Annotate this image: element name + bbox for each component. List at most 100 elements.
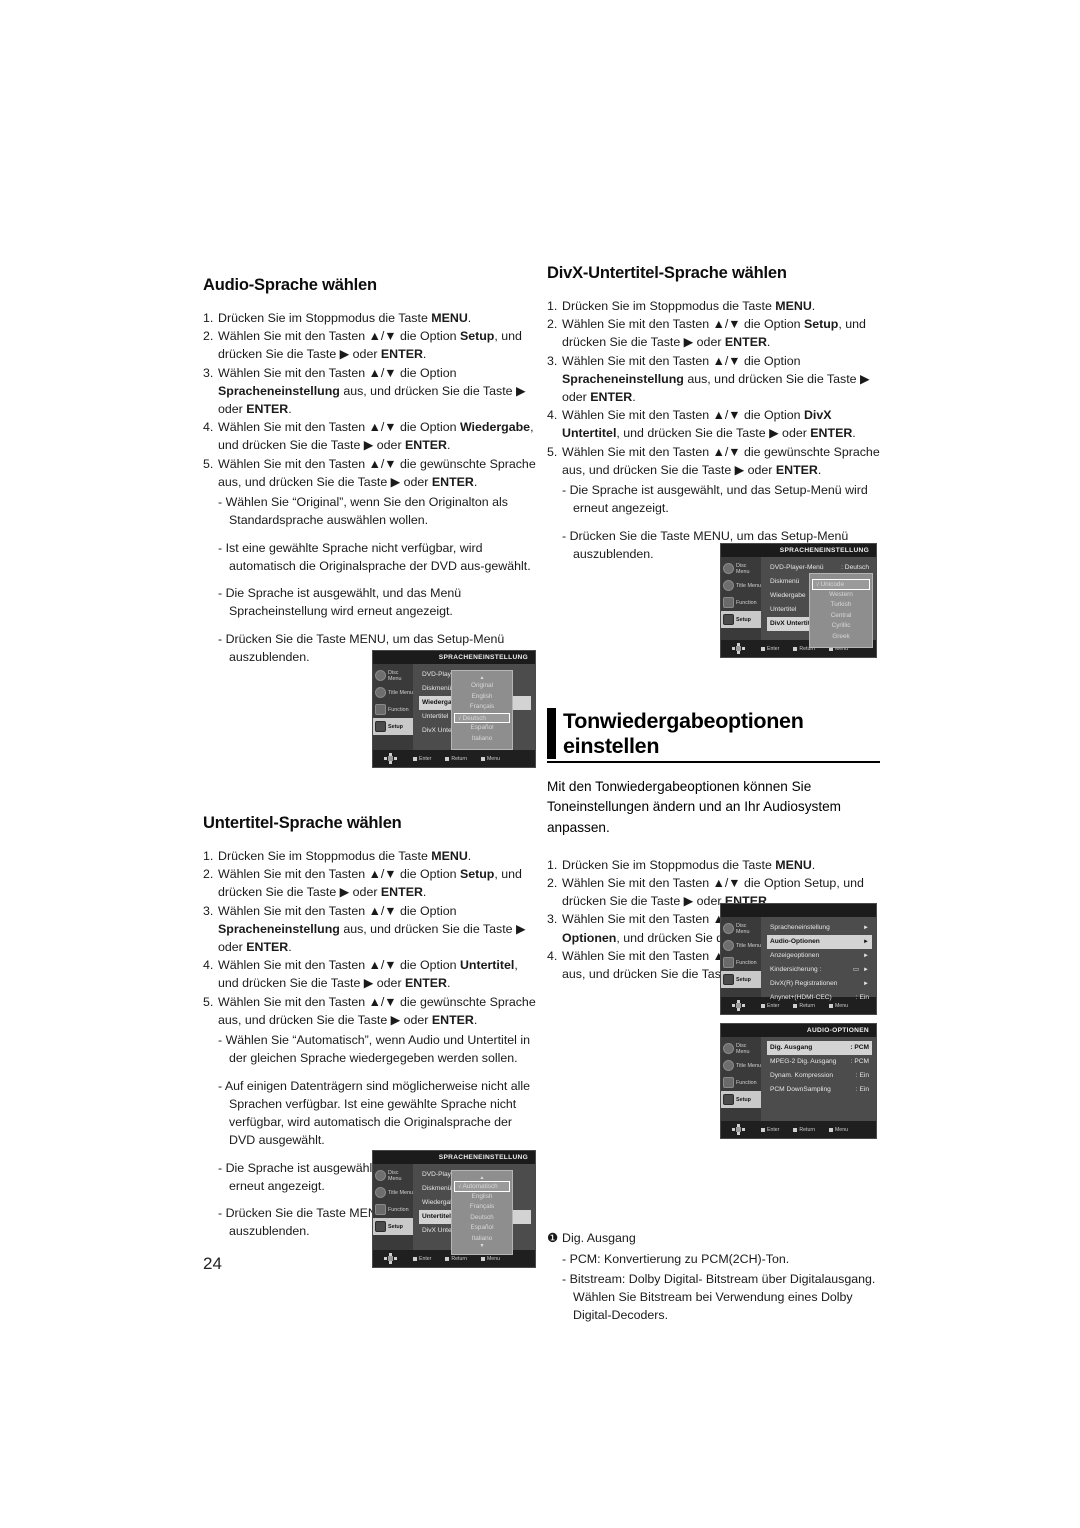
- osd-rail-item-setup[interactable]: Setup: [721, 971, 761, 988]
- osd-dropdown-option[interactable]: Español: [454, 1223, 510, 1234]
- osd-footer-return[interactable]: Return: [445, 1256, 467, 1262]
- osd-menu-row[interactable]: MPEG-2 Dig. Ausgang: PCM: [767, 1055, 872, 1069]
- osd-menu-row[interactable]: Dig. Ausgang: PCM: [767, 1041, 872, 1055]
- osd-dropdown-option[interactable]: Original: [454, 681, 510, 692]
- osd-body: Disc Menu Title Menu Function Setup Dig. Aus…: [721, 1037, 876, 1121]
- osd-footer-menu[interactable]: Menu: [828, 1127, 848, 1133]
- osd-footer-bar: Enter Return Menu: [373, 750, 535, 767]
- osd-rail-item-function[interactable]: Function: [721, 594, 761, 611]
- osd-dropdown-option[interactable]: Français: [454, 702, 510, 713]
- osd-dropdown-option[interactable]: Greek: [812, 632, 870, 643]
- osd-dropdown-option[interactable]: Deutsch: [454, 712, 510, 723]
- step-text: Wählen Sie mit den Tasten ▲/▼ die Option…: [562, 317, 866, 350]
- osd-footer-bar: Enter Return Menu: [721, 1121, 876, 1138]
- step-number: 4.: [203, 420, 214, 435]
- osd-rail-item-setup[interactable]: Setup: [373, 1218, 413, 1235]
- osd-side-rail: Disc Menu Title Menu Function Setup: [721, 1037, 761, 1121]
- steps-divx-untertitel: 1. Drücken Sie im Stoppmodus die Taste ME…: [547, 297, 880, 563]
- button-dot-icon: [480, 1256, 485, 1261]
- osd-rail-item-disc-menu[interactable]: Disc Menu: [373, 667, 413, 684]
- screenshot-subtitle-language-menu: SPRACHENEINSTELLUNG Disc Menu Title Menu Fu…: [372, 1150, 536, 1268]
- osd-footer-label: Return: [451, 1255, 467, 1262]
- osd-footer-enter[interactable]: Enter: [413, 756, 431, 762]
- osd-menu-row[interactable]: DivX(R) Registrationen ►: [767, 977, 872, 991]
- osd-rail-item-function[interactable]: Function: [721, 1074, 761, 1091]
- osd-dropdown-option[interactable]: Central: [812, 611, 870, 622]
- chapter-intro-paragraph: Mit den Tonwiedergabeoptionen können Sie…: [547, 779, 841, 835]
- osd-dropdown-option[interactable]: English: [454, 692, 510, 703]
- chevron-down-icon[interactable]: ▼: [454, 1244, 510, 1249]
- osd-footer-return[interactable]: Return: [793, 1127, 815, 1133]
- osd-footer-enter[interactable]: Enter: [761, 646, 779, 652]
- osd-footer-menu[interactable]: Menu: [480, 756, 500, 762]
- osd-rail-item-disc-menu[interactable]: Disc Menu: [721, 1040, 761, 1057]
- osd-rail-item-setup[interactable]: Setup: [721, 1091, 761, 1108]
- osd-dropdown-option[interactable]: Turkish: [812, 600, 870, 611]
- osd-title-bar: SPRACHENEINSTELLUNG: [373, 1151, 535, 1164]
- osd-rail-item-function[interactable]: Function: [373, 701, 413, 718]
- osd-rail-label: Title Menu: [736, 942, 761, 949]
- disc-icon: [723, 923, 734, 934]
- step-text: Drücken Sie im Stoppmodus die Taste MENU…: [218, 848, 472, 863]
- osd-menu-value: : Ein: [855, 1086, 869, 1093]
- osd-rail-item-function[interactable]: Function: [721, 954, 761, 971]
- osd-title-bar: AUDIO-OPTIONEN: [721, 1024, 876, 1037]
- osd-body: Disc Menu Title Menu Function Setup DVD-Play…: [721, 557, 876, 648]
- osd-menu-list: DVD-Player-M Diskmenü Wiedergabe Untertitel…: [413, 664, 535, 750]
- osd-menu-value: : PCM: [850, 1058, 869, 1065]
- osd-dropdown-option[interactable]: Español: [454, 723, 510, 734]
- step-item: 5. Wählen Sie mit den Tasten ▲/▼ die gewü…: [203, 455, 536, 491]
- osd-rail-item-disc-menu[interactable]: Disc Menu: [721, 560, 761, 577]
- osd-footer-label: Enter: [419, 755, 432, 762]
- function-icon: [375, 1221, 386, 1232]
- osd-menu-row[interactable]: Dynam. Kompression: Ein: [767, 1069, 872, 1083]
- right-column: DivX-Untertitel-Sprache wählen 1. Drücken…: [547, 264, 880, 1325]
- osd-footer-menu[interactable]: Menu: [480, 1255, 500, 1262]
- osd-rail-item-disc-menu[interactable]: Disc Menu: [373, 1167, 413, 1184]
- osd-menu-row[interactable]: Anzeigeoptionen ►: [767, 949, 872, 963]
- osd-menu-label: PCM DownSampling: [770, 1086, 831, 1093]
- osd-menu-row[interactable]: PCM DownSampling : Ein: [767, 1083, 872, 1097]
- osd-dropdown-option[interactable]: Français: [454, 1202, 510, 1213]
- osd-rail-item-setup[interactable]: Setup: [721, 611, 761, 628]
- osd-dropdown-option[interactable]: Deutsch: [454, 1213, 510, 1224]
- osd-rail-item-title-menu[interactable]: Title Menu: [373, 1184, 413, 1201]
- osd-rail-item-title-menu[interactable]: Title Menu: [373, 684, 413, 701]
- osd-rail-item-title-menu[interactable]: Title Menu: [721, 937, 761, 954]
- step-item: 5. Wählen Sie mit den Tasten ▲/▼ die gewü…: [547, 443, 880, 479]
- step-item: 1. Drücken Sie im Stoppmodus die Taste ME…: [203, 309, 536, 327]
- osd-side-rail: Disc Menu Title Menu Function Setup: [721, 917, 761, 997]
- osd-dropdown-option[interactable]: Western: [812, 590, 870, 601]
- osd-footer-label: Menu: [486, 1255, 500, 1262]
- osd-menu-row[interactable]: Kindersicherung : ▭ ►: [767, 963, 872, 977]
- steps-audio-sprache: 1. Drücken Sie im Stoppmodus die Taste ME…: [203, 309, 536, 666]
- osd-body: Disc Menu Title Menu Function Setup Sprachen…: [721, 917, 876, 1001]
- osd-dropdown[interactable]: UnicodeWesternTurkishCentralCyrillicGree…: [809, 573, 873, 648]
- osd-footer-enter[interactable]: Enter: [413, 1256, 431, 1262]
- note-title-row: ❶ Dig. Ausgang: [547, 1229, 880, 1247]
- osd-menu-row[interactable]: Spracheneinstellung ►: [767, 921, 872, 935]
- osd-menu-row[interactable]: Audio-Optionen ►: [767, 935, 872, 949]
- osd-rail-label: Disc Menu: [736, 922, 750, 935]
- osd-dropdown[interactable]: ▲AutomatischEnglishFrançaisDeutschEspaño…: [451, 1170, 513, 1255]
- osd-rail-item-title-menu[interactable]: Title Menu: [721, 1057, 761, 1074]
- chapter-line-2: einstellen: [563, 734, 660, 759]
- osd-rail-item-setup[interactable]: Setup: [373, 718, 413, 735]
- osd-dropdown-option[interactable]: Italiano: [454, 734, 510, 745]
- osd-menu-row[interactable]: Anynet+(HDMI-CEC): Ein: [767, 991, 872, 1005]
- osd-dropdown-option[interactable]: Automatisch: [454, 1181, 510, 1192]
- osd-rail-item-function[interactable]: Function: [373, 1201, 413, 1218]
- step-number: 5.: [547, 444, 558, 459]
- osd-menu-list: DVD-Player-M Diskmenü Wiedergabe Untertitel…: [413, 1164, 535, 1255]
- osd-footer-return[interactable]: Return: [445, 756, 467, 762]
- osd-rail-item-disc-menu[interactable]: Disc Menu: [721, 920, 761, 937]
- osd-dropdown-option[interactable]: English: [454, 1192, 510, 1203]
- osd-dropdown-option[interactable]: Cyrillic: [812, 621, 870, 632]
- osd-dropdown-option[interactable]: Unicode: [812, 579, 870, 590]
- section-title-untertitel-sprache: Untertitel-Sprache wählen: [203, 814, 402, 833]
- osd-footer-enter[interactable]: Enter: [761, 1127, 779, 1133]
- osd-rail-item-title-menu[interactable]: Title Menu: [721, 577, 761, 594]
- osd-side-rail: Disc Menu Title Menu Function Setup: [721, 557, 761, 640]
- osd-dropdown[interactable]: ▲OriginalEnglishFrançaisDeutschEspañolIt…: [451, 670, 513, 750]
- step-number: 2.: [547, 875, 558, 890]
